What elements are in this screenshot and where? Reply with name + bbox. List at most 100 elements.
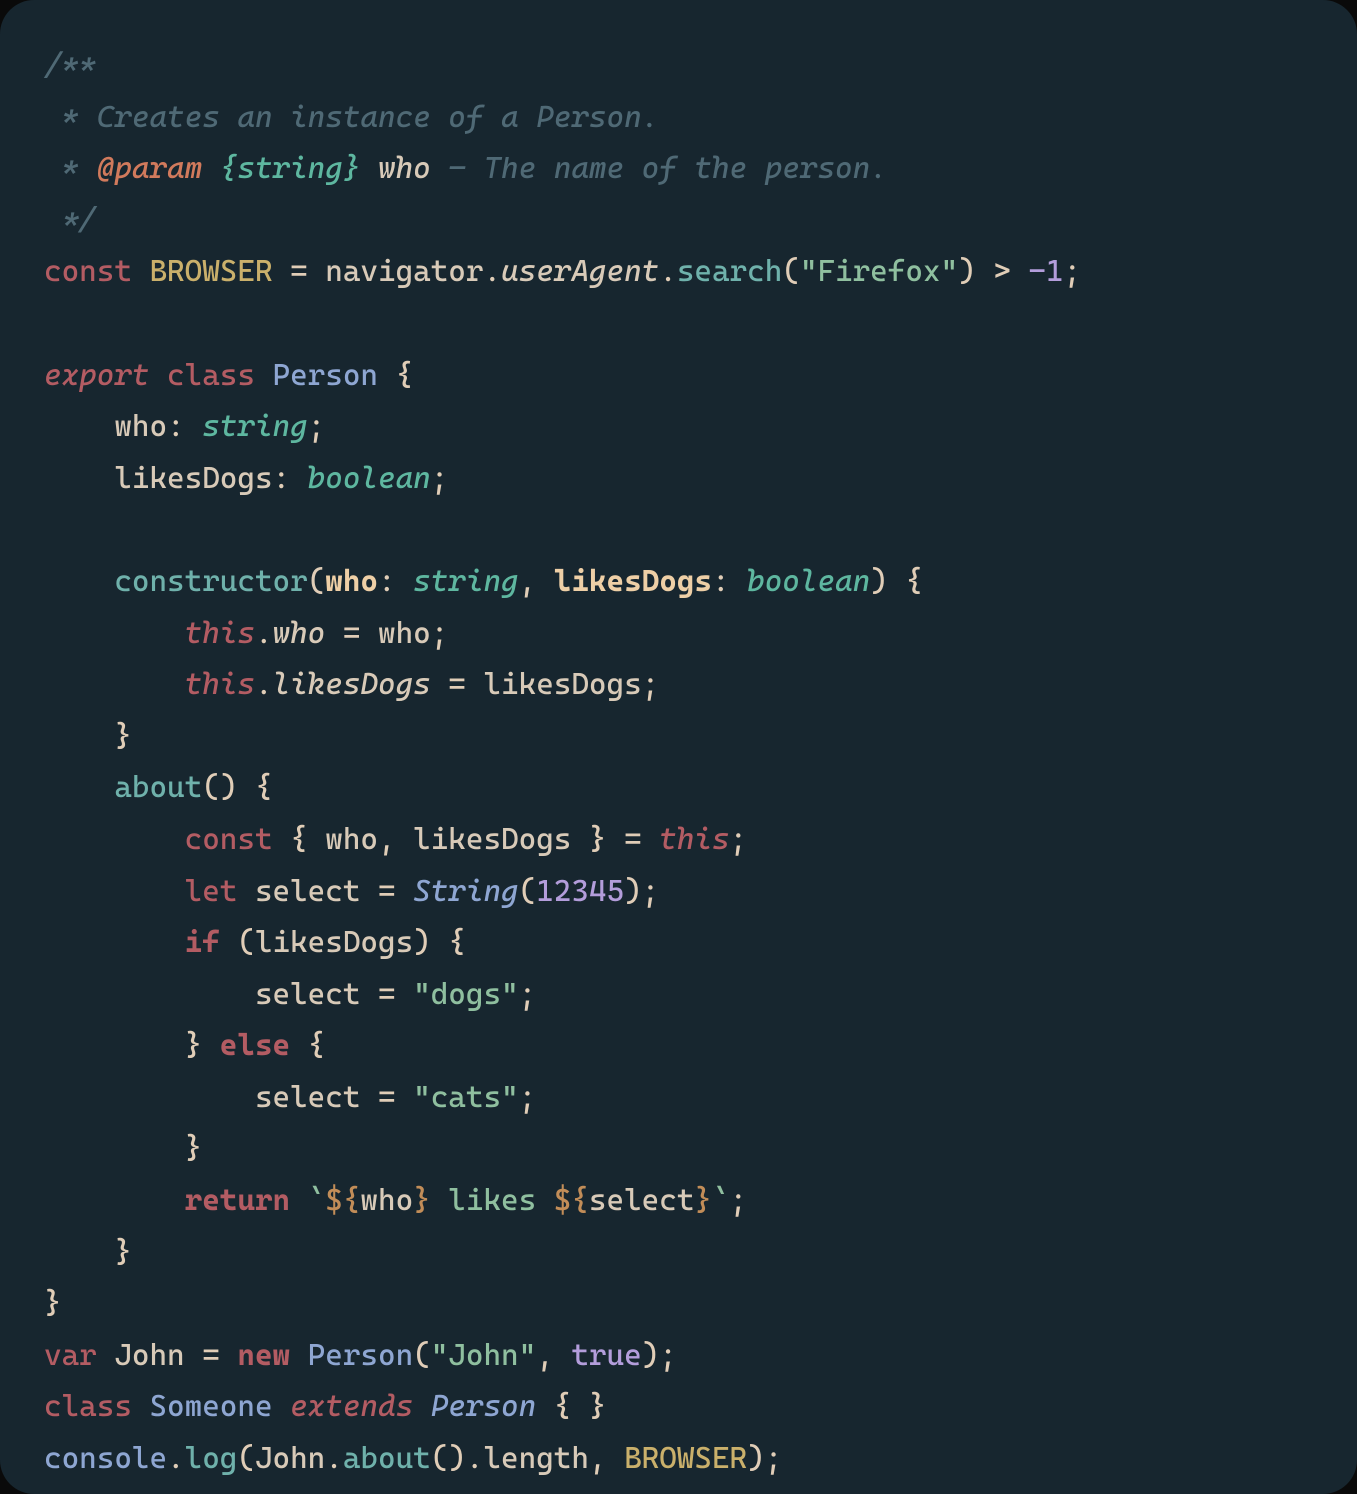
colon: :	[712, 564, 747, 599]
op-dot: .	[255, 616, 273, 651]
brace-open: {	[290, 1028, 325, 1063]
brace-close: }	[114, 1235, 132, 1270]
colon: :	[378, 564, 413, 599]
paren-close: )	[642, 1338, 660, 1373]
op-eq: =	[607, 822, 660, 857]
kw-this: this	[185, 616, 255, 651]
op-eq: =	[431, 667, 484, 702]
paren-open: (	[237, 925, 255, 960]
empty-braces: { }	[554, 1389, 607, 1424]
doc-open: /**	[44, 48, 97, 83]
id-browser: BROWSER	[624, 1441, 747, 1476]
id-who: who	[325, 822, 378, 857]
fn-about: about	[114, 770, 202, 805]
brace-open: {	[237, 770, 272, 805]
doc-text: Creates an instance of a Person.	[97, 100, 660, 135]
paren-open: (	[519, 874, 537, 909]
id-likesdogs: likesDogs	[413, 822, 571, 857]
op-dot: .	[466, 1441, 484, 1476]
fn-search: search	[677, 254, 782, 289]
code-panel: /** * Creates an instance of a Person. *…	[0, 0, 1357, 1494]
doc-param-rest: – The name of the person.	[431, 151, 888, 186]
fn-log: log	[185, 1441, 238, 1476]
paren-close: )	[747, 1441, 765, 1476]
semi: ;	[308, 409, 326, 444]
semi: ;	[431, 616, 449, 651]
id-navigator: navigator	[325, 254, 483, 289]
field-likesdogs: likesDogs	[114, 461, 272, 496]
paren-close: )	[870, 564, 888, 599]
semi: ;	[659, 1338, 677, 1373]
kw-this: this	[659, 822, 729, 857]
op-eq: =	[360, 874, 413, 909]
prop-length: length	[483, 1441, 588, 1476]
interp-close: }	[694, 1183, 712, 1218]
prop-who: who	[273, 616, 326, 651]
type-boolean: boolean	[747, 564, 870, 599]
interp-open: ${	[325, 1183, 360, 1218]
brace-close: }	[185, 1131, 203, 1166]
kw-if: if	[185, 925, 220, 960]
brace-close: }	[114, 719, 132, 754]
tmpl-likes: likes	[431, 1183, 554, 1218]
paren-close: )	[413, 925, 431, 960]
cls-person: Person	[431, 1389, 536, 1424]
cls-someone: Someone	[149, 1389, 272, 1424]
interp-open: ${	[554, 1183, 589, 1218]
kw-var: var	[44, 1338, 97, 1373]
fn-constructor: constructor	[114, 564, 307, 599]
id-select: select	[255, 977, 360, 1012]
semi: ;	[1064, 254, 1082, 289]
paren-close: )	[220, 770, 238, 805]
fn-about: about	[343, 1441, 431, 1476]
paren-close: )	[958, 254, 976, 289]
id-who: who	[360, 1183, 413, 1218]
doc-param-name: who	[378, 151, 431, 186]
kw-const: const	[185, 822, 273, 857]
doc-param-type: {string}	[220, 151, 361, 186]
semi: ;	[519, 1080, 537, 1115]
semi: ;	[519, 977, 537, 1012]
brace-close: }	[44, 1286, 62, 1321]
id-likesdogs: likesDogs	[483, 667, 641, 702]
id-select: select	[589, 1183, 694, 1218]
op-dot: .	[325, 1441, 343, 1476]
type-string: string	[413, 564, 518, 599]
paren-open: (	[431, 1441, 449, 1476]
op-dot: .	[483, 254, 501, 289]
semi: ;	[642, 667, 660, 702]
id-select: select	[255, 874, 360, 909]
op-dot: .	[167, 1441, 185, 1476]
cls-string: String	[413, 874, 518, 909]
field-who: who	[114, 409, 167, 444]
semi: ;	[730, 1183, 748, 1218]
kw-const: const	[44, 254, 132, 289]
kw-class: class	[167, 358, 255, 393]
brace: }	[571, 822, 606, 857]
id-select: select	[255, 1080, 360, 1115]
semi: ;	[765, 1441, 783, 1476]
paren-open: (	[782, 254, 800, 289]
prop-likesdogs: likesDogs	[273, 667, 431, 702]
interp-close: }	[413, 1183, 431, 1218]
param-who: who	[325, 564, 378, 599]
type-string: string	[202, 409, 307, 444]
colon: :	[167, 409, 202, 444]
comma: ,	[536, 1338, 571, 1373]
tmpl-tick: `	[308, 1183, 326, 1218]
op-eq: =	[273, 254, 326, 289]
brace-open: {	[378, 358, 413, 393]
num-neg1: -1	[1028, 254, 1063, 289]
bool-true: true	[571, 1338, 641, 1373]
semi: ;	[642, 874, 660, 909]
param-likesdogs: likesDogs	[554, 564, 712, 599]
type-boolean: boolean	[308, 461, 431, 496]
kw-return: return	[185, 1183, 290, 1218]
kw-class: class	[44, 1389, 132, 1424]
brace-close: }	[185, 1028, 203, 1063]
kw-else: else	[220, 1028, 290, 1063]
op-eq: =	[360, 1080, 413, 1115]
id-likesdogs: likesDogs	[255, 925, 413, 960]
tmpl-tick: `	[712, 1183, 730, 1218]
semi: ;	[730, 822, 748, 857]
